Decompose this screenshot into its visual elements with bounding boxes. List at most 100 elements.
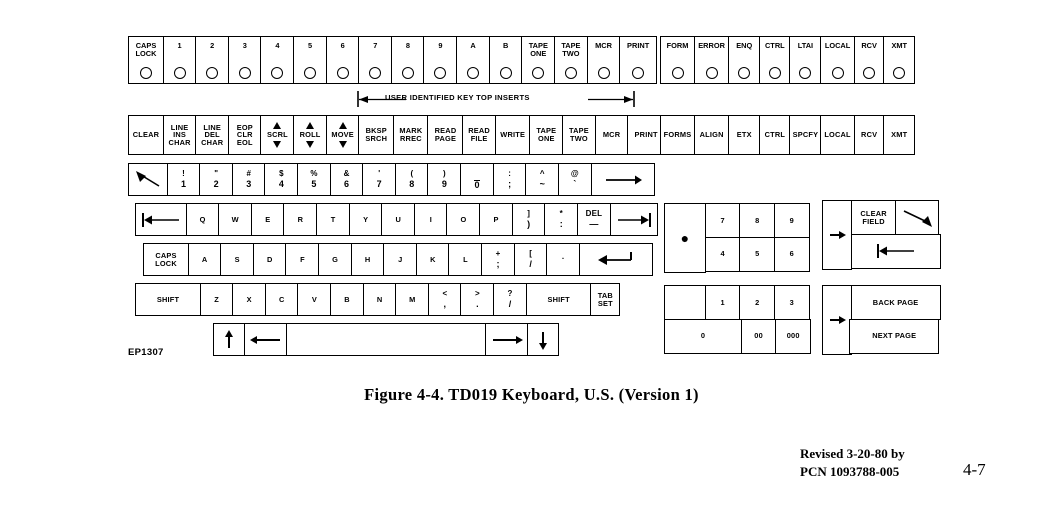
keypad-key-2[interactable]: 2: [739, 285, 776, 320]
page-tab-key[interactable]: [822, 285, 852, 355]
fnkey-tape-two[interactable]: TAPE TWO: [561, 115, 596, 155]
fnkey-read-file[interactable]: READ FILE: [462, 115, 497, 155]
numkey-0[interactable]: 0: [460, 163, 495, 196]
qkey-q[interactable]: Q: [185, 203, 220, 236]
fnkey-tape-one[interactable]: TAPE ONE: [529, 115, 564, 155]
numkey-5[interactable]: % 5: [297, 163, 332, 196]
hkey-return-arrow[interactable]: [578, 243, 653, 276]
keypad-key-1[interactable]: 1: [704, 285, 741, 320]
fnkey-scrl[interactable]: SCRL: [260, 115, 295, 155]
skey-tab-set[interactable]: TAB SET: [590, 283, 621, 316]
spkey-space-bar[interactable]: [286, 323, 487, 356]
numkey-4[interactable]: $4: [264, 163, 299, 196]
indicator-1[interactable]: 1: [162, 36, 197, 84]
spkey-arrow-right[interactable]: [484, 323, 529, 356]
keypad-dot-key[interactable]: ●: [664, 203, 706, 273]
indicator-caps-lock[interactable]: CAPS LOCK: [128, 36, 164, 84]
fnkey-xmt[interactable]: XMT: [883, 115, 916, 155]
spkey-arrow-left[interactable]: [243, 323, 288, 356]
hkey-g[interactable]: G: [318, 243, 353, 276]
numkey-6[interactable]: & 6: [329, 163, 364, 196]
fnkey-roll[interactable]: ROLL: [293, 115, 328, 155]
fnkey-move[interactable]: MOVE: [325, 115, 360, 155]
skey-.[interactable]: >.: [460, 283, 495, 316]
next-page-key[interactable]: NEXT PAGE: [849, 318, 940, 354]
clear-field-key[interactable]: CLEAR FIELD: [850, 200, 897, 235]
keypad-key-8[interactable]: 8: [739, 203, 776, 238]
numkey-8[interactable]: (8: [394, 163, 429, 196]
indicator-rcv[interactable]: RCV: [853, 36, 885, 84]
indicator-8[interactable]: 8: [390, 36, 425, 84]
keypad-key-4[interactable]: 4: [704, 236, 741, 272]
home-cursor-key[interactable]: [895, 200, 940, 235]
numkey-2[interactable]: " 2: [199, 163, 234, 196]
indicator-6[interactable]: 6: [325, 36, 360, 84]
keypad-key-0[interactable]: 0: [664, 318, 742, 354]
fnkey-ctrl[interactable]: CTRL: [758, 115, 791, 155]
skey-/[interactable]: ? /: [493, 283, 528, 316]
numkey-diagonal-arrow-up-left[interactable]: [128, 163, 168, 196]
keypad-key-000[interactable]: 000: [775, 318, 812, 354]
qkey-i[interactable]: I: [413, 203, 448, 236]
fnkey-line-del-char[interactable]: LINE DEL CHAR: [195, 115, 230, 155]
skey-x[interactable]: X: [232, 283, 267, 316]
numkey-3[interactable]: #3: [231, 163, 266, 196]
qkey-y[interactable]: Y: [348, 203, 383, 236]
skey-shift[interactable]: SHIFT: [525, 283, 592, 316]
indicator-b[interactable]: B: [488, 36, 523, 84]
fnkey-rcv[interactable]: RCV: [853, 115, 885, 155]
keypad-key-7[interactable]: 7: [704, 203, 741, 238]
hkey-·[interactable]: ·: [546, 243, 581, 276]
keypad-key-6[interactable]: 6: [773, 236, 810, 272]
indicator-mcr[interactable]: MCR: [586, 36, 621, 84]
keypad-key-5[interactable]: 5: [739, 236, 776, 272]
hkey-caps-lock[interactable]: CAPS LOCK: [143, 243, 189, 276]
keypad-key-3[interactable]: 3: [773, 285, 810, 320]
spkey-arrow-down[interactable]: [527, 323, 560, 356]
indicator-a[interactable]: A: [456, 36, 491, 84]
hkey-f[interactable]: F: [285, 243, 320, 276]
keypad-key-9[interactable]: 9: [773, 203, 810, 238]
hkey-h[interactable]: H: [350, 243, 385, 276]
indicator-form[interactable]: FORM: [660, 36, 695, 84]
hkey-s[interactable]: S: [220, 243, 255, 276]
keypad-key-00[interactable]: 00: [740, 318, 777, 354]
indicator-print[interactable]: PRINT: [619, 36, 658, 84]
numkey-1[interactable]: ! 1: [166, 163, 201, 196]
indicator-tape-two[interactable]: TAPE TWO: [553, 36, 588, 84]
skey-v[interactable]: V: [297, 283, 332, 316]
skey-shift[interactable]: SHIFT: [135, 283, 201, 316]
hkey-d[interactable]: D: [252, 243, 287, 276]
numkey-7[interactable]: ' 7: [362, 163, 397, 196]
fnkey-clear[interactable]: CLEAR: [128, 115, 164, 155]
field-tab-key[interactable]: [822, 200, 852, 270]
numkey-arrow-right-long[interactable]: [590, 163, 655, 196]
indicator-7[interactable]: 7: [358, 36, 393, 84]
indicator-2[interactable]: 2: [195, 36, 230, 84]
qkey-—[interactable]: DEL —: [576, 203, 611, 236]
qkey-e[interactable]: E: [250, 203, 285, 236]
indicator-enq[interactable]: ENQ: [728, 36, 761, 84]
numkey-`[interactable]: @ `: [557, 163, 592, 196]
fnkey-etx[interactable]: ETX: [728, 115, 761, 155]
qkey-r[interactable]: R: [283, 203, 318, 236]
fnkey-write[interactable]: WRITE: [494, 115, 531, 155]
back-page-key[interactable]: BACK PAGE: [850, 285, 941, 320]
numkey-~[interactable]: ^ ~: [525, 163, 560, 196]
spkey-arrow-up[interactable]: [213, 323, 245, 356]
hkey-a[interactable]: A: [187, 243, 222, 276]
fnkey-mcr[interactable]: MCR: [594, 115, 629, 155]
hkey-l[interactable]: L: [448, 243, 483, 276]
hkey-/[interactable]: [/: [513, 243, 548, 276]
skey-,[interactable]: <,: [427, 283, 462, 316]
fnkey-spcfy[interactable]: SPCFY: [789, 115, 822, 155]
qkey-tab-right[interactable]: [609, 203, 658, 236]
fnkey-local[interactable]: LOCAL: [820, 115, 856, 155]
fnkey-forms[interactable]: FORMS: [660, 115, 695, 155]
fnkey-read-page[interactable]: READ PAGE: [427, 115, 464, 155]
qkey-:[interactable]: *:: [544, 203, 579, 236]
field-back-key[interactable]: [850, 233, 941, 269]
skey-c[interactable]: C: [264, 283, 299, 316]
qkey-)[interactable]: ]): [511, 203, 546, 236]
indicator-ctrl[interactable]: CTRL: [758, 36, 791, 84]
